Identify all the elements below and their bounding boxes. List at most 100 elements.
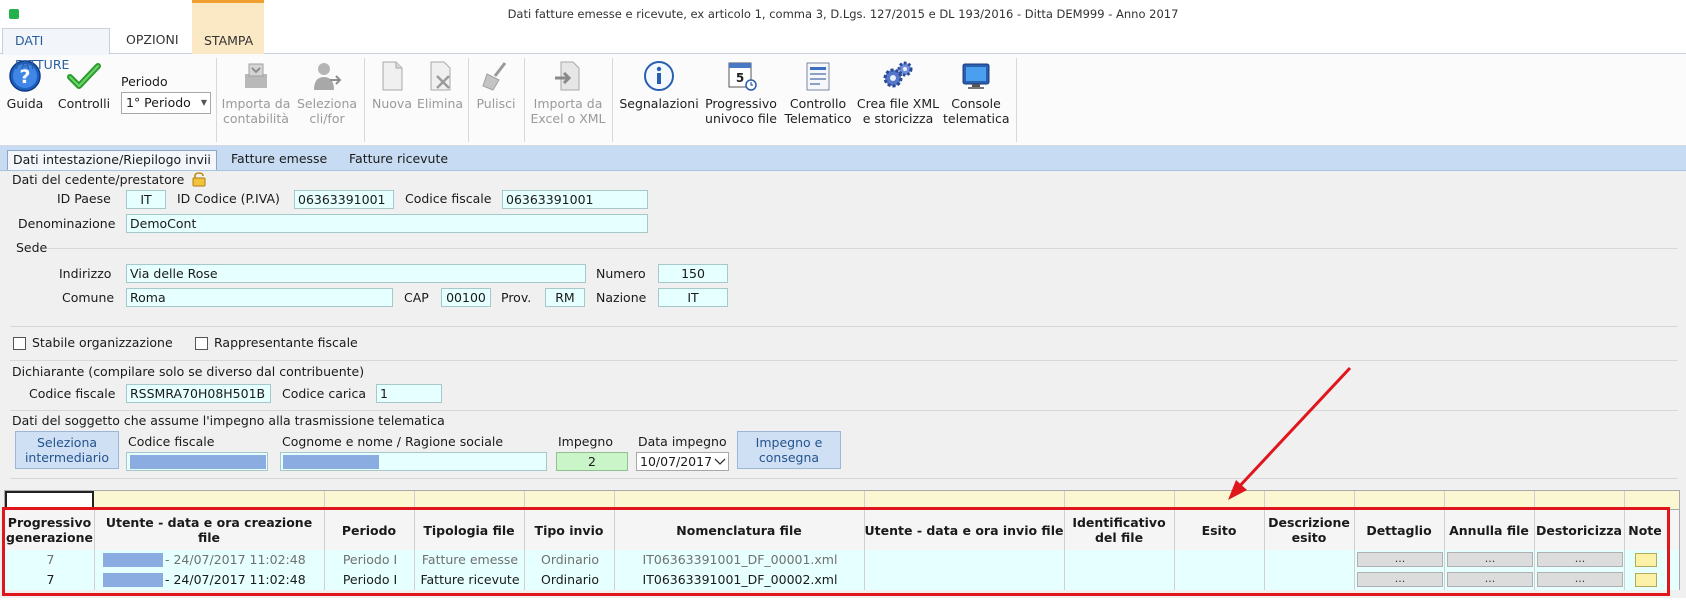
- periodo-value: 1° Periodo: [126, 95, 191, 110]
- numero-field[interactable]: 150: [658, 264, 728, 283]
- cap-label: CAP: [404, 290, 429, 305]
- ribbon-separator: [216, 58, 217, 142]
- ribbon-separator: [524, 58, 525, 142]
- dichiarante-codice-fiscale-label: Codice fiscale: [29, 386, 116, 401]
- nuova-button[interactable]: Nuova: [370, 60, 414, 111]
- subtab-fatture-ricevute[interactable]: Fatture ricevute: [344, 150, 453, 170]
- lock-icon: [192, 172, 206, 187]
- chevron-down-icon[interactable]: [714, 457, 726, 466]
- ribbon-separator: [612, 58, 613, 142]
- gears-icon: [883, 61, 913, 88]
- nazione-field[interactable]: IT: [658, 288, 728, 307]
- impegno-section-title: Dati del soggetto che assume l'impegno a…: [12, 413, 445, 428]
- stabile-organizzazione-checkbox[interactable]: [13, 337, 26, 350]
- comune-label: Comune: [62, 290, 115, 305]
- segnalazioni-button[interactable]: Segnalazioni: [617, 60, 701, 111]
- console-label-2: telematica: [943, 111, 1010, 126]
- tab-opzioni[interactable]: OPZIONI: [114, 28, 192, 54]
- impegno-codice-fiscale-label: Codice fiscale: [128, 434, 215, 449]
- seleziona-intermediario-label-1: Seleziona: [36, 435, 98, 450]
- pulisci-button[interactable]: Pulisci: [474, 60, 518, 111]
- controllo-telematico-label-1: Controllo: [789, 96, 847, 111]
- elimina-button[interactable]: Elimina: [416, 60, 464, 111]
- divider: [10, 326, 1678, 327]
- rappresentante-fiscale-checkbox[interactable]: [195, 337, 208, 350]
- svg-text:5: 5: [736, 71, 744, 85]
- tab-dati-fatture[interactable]: DATI FATTURE: [2, 28, 110, 72]
- id-paese-label: ID Paese: [57, 191, 111, 206]
- id-codice-label: ID Codice (P.IVA): [177, 191, 280, 206]
- divider: [10, 478, 1678, 479]
- ribbon-separator: [1016, 58, 1017, 142]
- cognome-label: Cognome e nome / Ragione sociale: [282, 434, 504, 449]
- prov-label: Prov.: [501, 290, 532, 305]
- codice-carica-field[interactable]: 1: [376, 384, 442, 403]
- delete-document-icon: [430, 61, 451, 91]
- denominazione-field[interactable]: DemoCont: [126, 214, 648, 233]
- nazione-label: Nazione: [596, 290, 647, 305]
- id-codice-field[interactable]: 06363391001: [294, 190, 394, 209]
- calendar-number-icon: 5: [728, 62, 757, 91]
- cap-field[interactable]: 00100: [441, 288, 491, 307]
- redacted-block: [283, 455, 379, 469]
- importa-excel-label-2: Excel o XML: [530, 111, 606, 126]
- elimina-label: Elimina: [416, 96, 464, 111]
- divider: [10, 360, 1678, 361]
- dichiarante-codice-fiscale-field[interactable]: RSSMRA70H08H501B: [126, 384, 271, 403]
- highlight-box: [2, 507, 1670, 596]
- prov-field[interactable]: RM: [545, 288, 585, 307]
- seleziona-intermediario-label-2: intermediario: [24, 450, 110, 465]
- import-printer-icon: [245, 63, 267, 88]
- codice-fiscale-label: Codice fiscale: [405, 191, 492, 206]
- codice-fiscale-field[interactable]: 06363391001: [502, 190, 648, 209]
- seleziona-clifor-button[interactable]: Seleziona cli/for: [295, 60, 359, 126]
- rappresentante-fiscale-label: Rappresentante fiscale: [214, 335, 358, 350]
- crea-file-xml-button[interactable]: Crea file XML e storicizza: [855, 60, 941, 126]
- data-impegno-value: 10/07/2017: [640, 454, 713, 469]
- nuova-label: Nuova: [372, 96, 412, 111]
- pulisci-label: Pulisci: [476, 96, 516, 111]
- user-arrow-icon: [314, 63, 342, 90]
- tab-stampa[interactable]: STAMPA: [192, 0, 264, 54]
- codice-carica-label: Codice carica: [282, 386, 366, 401]
- guida-label: Guida: [6, 96, 44, 111]
- controllo-telematico-button[interactable]: Controllo Telematico: [783, 60, 853, 126]
- crea-xml-label-1: Crea file XML: [856, 96, 940, 111]
- redacted-block: [130, 455, 266, 469]
- sede-section-title: Sede: [16, 240, 48, 255]
- controlli-label: Controlli: [57, 96, 111, 111]
- subtab-fatture-emesse[interactable]: Fatture emesse: [226, 150, 332, 170]
- data-impegno-label: Data impegno: [638, 434, 727, 449]
- impegno-consegna-button[interactable]: Impegno e consegna: [737, 431, 841, 469]
- seleziona-intermediario-button[interactable]: Seleziona intermediario: [15, 431, 119, 469]
- document-list-icon: [806, 62, 830, 91]
- periodo-label: Periodo: [121, 74, 168, 89]
- seleziona-clifor-label-2: cli/for: [309, 111, 345, 126]
- importa-excel-button[interactable]: Importa da Excel o XML: [528, 60, 608, 126]
- comune-field[interactable]: Roma: [126, 288, 393, 307]
- progressivo-univoco-button[interactable]: 5 Progressivo univoco file: [703, 60, 779, 126]
- importa-contabilita-button[interactable]: Importa da contabilità: [219, 60, 293, 126]
- impegno-label: Impegno: [558, 434, 613, 449]
- ribbon-separator: [468, 58, 469, 142]
- progressivo-label-1: Progressivo: [705, 96, 777, 111]
- console-label-1: Console: [951, 96, 1001, 111]
- indirizzo-label: Indirizzo: [59, 266, 112, 281]
- impegno-field[interactable]: 2: [556, 452, 628, 471]
- sede-group-line: [46, 248, 1678, 249]
- console-telematica-button[interactable]: Console telematica: [943, 60, 1010, 126]
- importa-excel-label-1: Importa da: [533, 96, 603, 111]
- id-paese-field[interactable]: IT: [126, 190, 166, 209]
- import-file-icon: [555, 61, 580, 91]
- broom-icon: [482, 62, 507, 91]
- ribbon-separator: [364, 58, 365, 142]
- checkmark-icon: [67, 63, 101, 89]
- numero-label: Numero: [596, 266, 646, 281]
- stabile-organizzazione-label: Stabile organizzazione: [32, 335, 173, 350]
- periodo-dropdown[interactable]: 1° Periodo ▼: [121, 92, 211, 114]
- impegno-consegna-label-1: Impegno e: [755, 435, 823, 450]
- indirizzo-field[interactable]: Via delle Rose: [126, 264, 586, 283]
- subtab-dati-intestazione[interactable]: Dati intestazione/Riepilogo invii: [7, 150, 217, 170]
- crea-xml-label-2: e storicizza: [862, 111, 934, 126]
- dichiarante-section-title: Dichiarante (compilare solo se diverso d…: [12, 364, 365, 379]
